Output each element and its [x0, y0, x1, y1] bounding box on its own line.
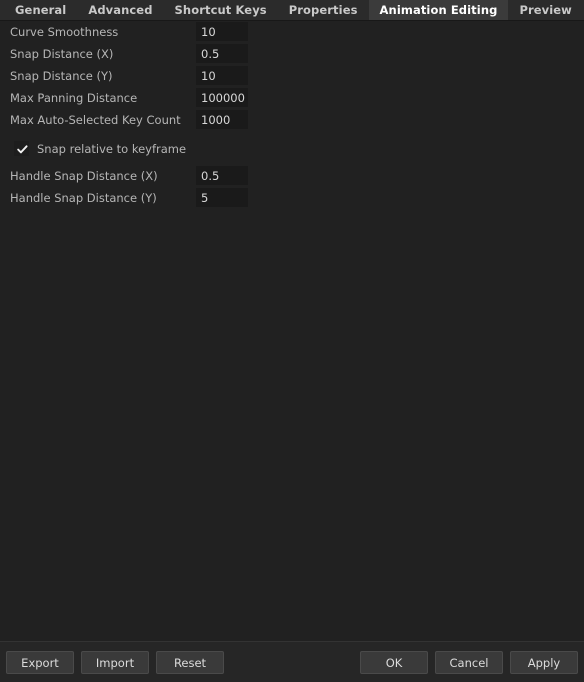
snap-relative-to-keyframe-row: Snap relative to keyframe: [0, 138, 584, 162]
apply-button[interactable]: Apply: [510, 651, 578, 674]
setting-input-snap-distance-y[interactable]: [196, 66, 248, 85]
tab-advanced[interactable]: Advanced: [77, 0, 163, 20]
import-button[interactable]: Import: [81, 651, 149, 674]
tab-general[interactable]: General: [4, 0, 77, 20]
snap-relative-to-keyframe-checkbox[interactable]: Snap relative to keyframe: [14, 141, 186, 156]
ok-button[interactable]: OK: [360, 651, 428, 674]
reset-button[interactable]: Reset: [156, 651, 224, 674]
setting-label-max-panning-distance: Max Panning Distance: [10, 91, 138, 105]
settings-tab-bar: General Advanced Shortcut Keys Properties An…: [0, 0, 584, 21]
setting-label-curve-smoothness: Curve Smoothness: [10, 25, 119, 39]
setting-row-snap-distance-x: Snap Distance (X): [0, 43, 584, 65]
setting-input-max-auto-selected-key-count[interactable]: [196, 110, 248, 129]
setting-row-curve-smoothness: Curve Smoothness: [0, 21, 584, 43]
snap-relative-to-keyframe-label: Snap relative to keyframe: [37, 141, 187, 156]
cancel-button[interactable]: Cancel: [435, 651, 503, 674]
tab-shortcut-keys[interactable]: Shortcut Keys: [164, 0, 278, 20]
setting-input-handle-snap-distance-x[interactable]: [196, 166, 248, 185]
tab-animation-editing[interactable]: Animation Editing: [368, 0, 509, 20]
setting-row-handle-snap-distance-x: Handle Snap Distance (X): [0, 165, 584, 187]
settings-rows-group-top: Curve Smoothness Snap Distance (X) Snap Di…: [0, 21, 584, 131]
setting-row-max-auto-selected-key-count: Max Auto-Selected Key Count: [0, 109, 584, 131]
setting-input-snap-distance-x[interactable]: [196, 44, 248, 63]
settings-rows-group-bottom: Handle Snap Distance (X) Handle Snap Dist…: [0, 165, 584, 209]
setting-label-max-auto-selected-key-count: Max Auto-Selected Key Count: [10, 113, 181, 127]
setting-label-snap-distance-x: Snap Distance (X): [10, 47, 114, 61]
setting-label-handle-snap-distance-y: Handle Snap Distance (Y): [10, 191, 157, 205]
setting-row-max-panning-distance: Max Panning Distance: [0, 87, 584, 109]
setting-row-handle-snap-distance-y: Handle Snap Distance (Y): [0, 187, 584, 209]
setting-input-curve-smoothness[interactable]: [196, 22, 248, 41]
setting-label-handle-snap-distance-x: Handle Snap Distance (X): [10, 169, 158, 183]
tab-properties[interactable]: Properties: [278, 0, 369, 20]
setting-row-snap-distance-y: Snap Distance (Y): [0, 65, 584, 87]
check-icon: [14, 141, 29, 156]
setting-label-snap-distance-y: Snap Distance (Y): [10, 69, 113, 83]
tab-preview[interactable]: Preview: [508, 0, 582, 20]
dialog-footer: Export Import Reset OK Cancel Apply: [0, 641, 584, 682]
animation-editing-settings-panel: Curve Smoothness Snap Distance (X) Snap Di…: [0, 21, 584, 209]
setting-input-max-panning-distance[interactable]: [196, 88, 248, 107]
export-button[interactable]: Export: [6, 651, 74, 674]
setting-input-handle-snap-distance-y[interactable]: [196, 188, 248, 207]
